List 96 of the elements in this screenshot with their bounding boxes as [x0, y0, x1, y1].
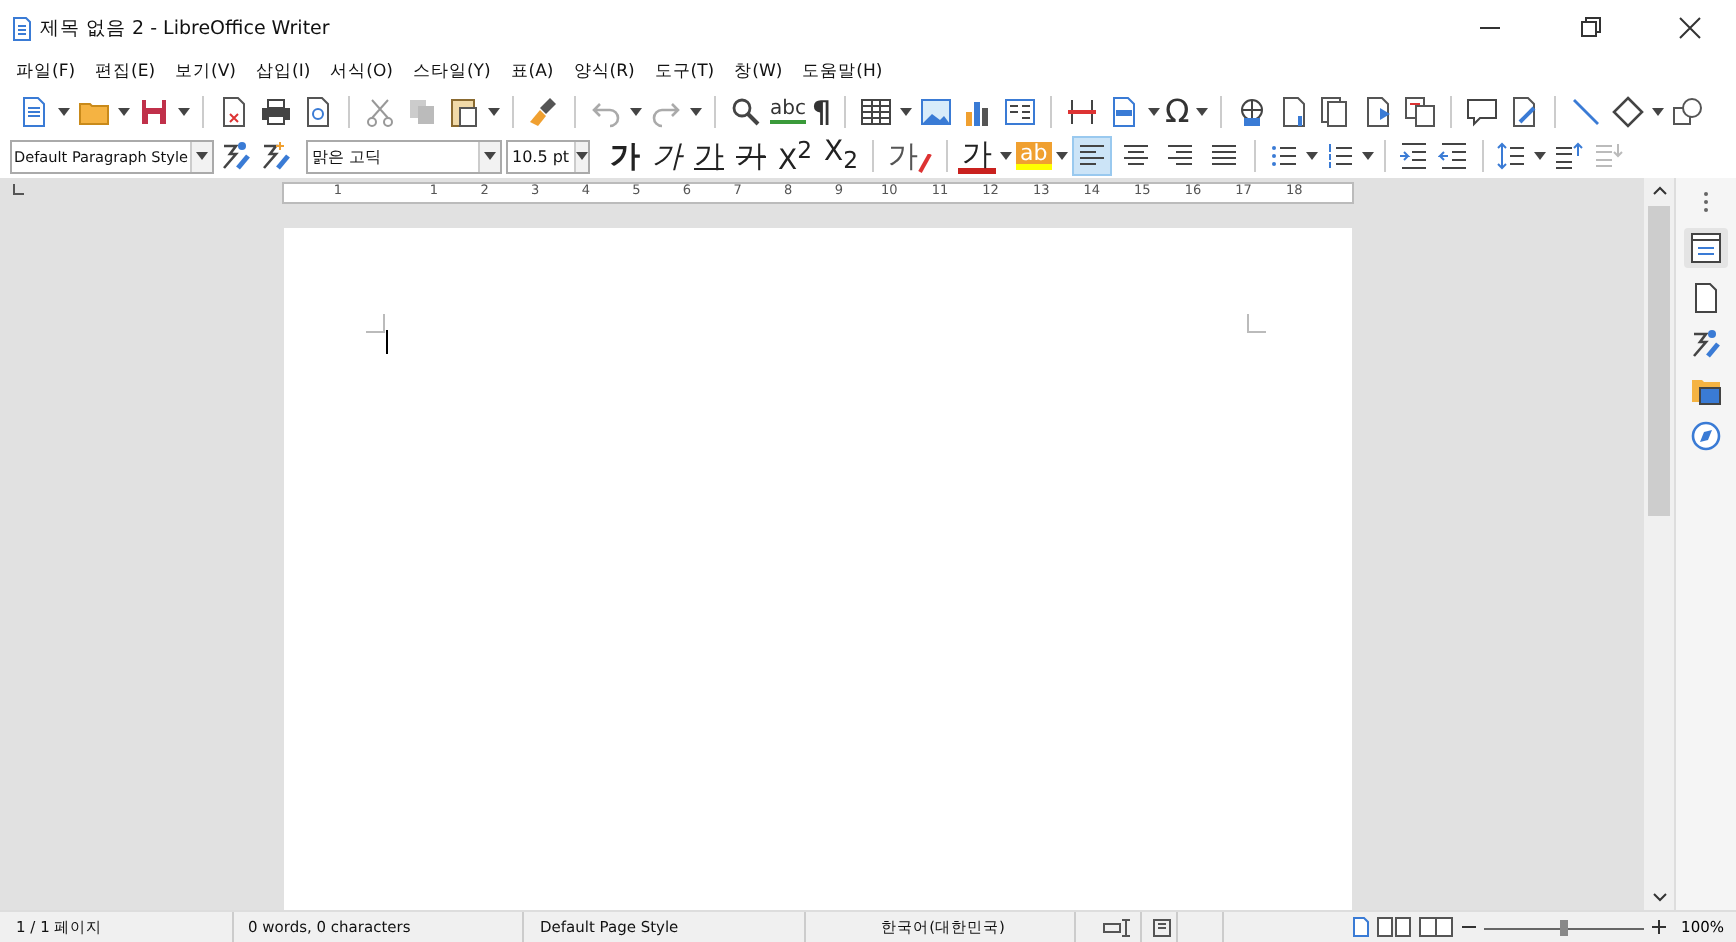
zoom-in-icon[interactable] [1649, 918, 1668, 936]
track-changes-icon[interactable] [1507, 95, 1540, 127]
italic-button[interactable]: 가 [648, 138, 686, 174]
caret-icon[interactable] [178, 107, 190, 115]
caret-icon[interactable] [1195, 107, 1208, 115]
numbered-list-icon[interactable] [1323, 140, 1356, 172]
superscript-button[interactable]: X$^{2}$ [774, 132, 817, 180]
printer-icon[interactable] [260, 95, 292, 127]
search-icon[interactable] [730, 95, 762, 127]
pdf-export-icon[interactable] [218, 95, 250, 127]
book-view-icon[interactable] [1417, 916, 1454, 938]
scissors-icon[interactable] [364, 95, 396, 127]
caret-icon[interactable] [1000, 152, 1013, 160]
menu-item[interactable]: 파일(F) [16, 60, 76, 84]
two-page-view-icon[interactable] [1375, 916, 1412, 938]
zoom-slider-thumb[interactable] [1559, 919, 1568, 935]
clipboard-icon[interactable] [448, 95, 480, 127]
caret-icon[interactable] [484, 152, 496, 160]
paragraph-style-icon[interactable] [220, 140, 252, 172]
menu-item[interactable]: 보기(V) [175, 60, 236, 84]
line-spacing-icon[interactable] [1495, 140, 1528, 172]
caret-icon[interactable] [1305, 152, 1318, 160]
bold-button[interactable]: 가 [606, 138, 644, 174]
font-name-dropdown[interactable]: 맑은 고딕 [306, 139, 502, 173]
font-size-dropdown[interactable]: 10.5 pt [506, 139, 590, 173]
menu-item[interactable]: 스타일(Y) [412, 60, 491, 84]
caret-icon[interactable] [1055, 152, 1068, 160]
bullet-list-icon[interactable] [1267, 140, 1300, 172]
menu-item[interactable]: 편집(E) [95, 60, 156, 84]
increase-indent-icon[interactable] [1397, 140, 1430, 172]
window-title: 제목 없음 2 - LibreOffice Writer [40, 15, 330, 41]
styles-icon[interactable] [1690, 328, 1722, 360]
menu-item[interactable]: 도구(T) [654, 60, 715, 84]
caret-icon[interactable] [488, 107, 500, 115]
document-modified-icon [1152, 917, 1172, 937]
menu-item[interactable]: 양식(R) [573, 60, 635, 84]
field-icon[interactable] [1107, 95, 1140, 127]
single-page-view-icon[interactable] [1349, 916, 1370, 938]
menu-item[interactable]: 표(A) [510, 60, 554, 84]
table-icon[interactable] [859, 95, 892, 127]
comment-icon[interactable] [1465, 95, 1498, 127]
pen-icon [918, 154, 933, 174]
subscript-button[interactable]: X$_{2}$ [820, 134, 863, 178]
margin-corner-icon [366, 314, 386, 334]
caret-icon[interactable] [118, 107, 130, 115]
menu-item[interactable]: 서식(O) [330, 60, 393, 84]
document-icon[interactable] [18, 95, 50, 127]
text-cursor [386, 330, 388, 354]
new-style-icon[interactable] [260, 140, 292, 172]
zoom-slider[interactable] [1483, 917, 1644, 937]
bookmark-icon[interactable] [1361, 95, 1394, 127]
diamond-icon[interactable] [1611, 95, 1644, 127]
insert-mode-icon [1102, 917, 1134, 937]
pages-icon[interactable] [1319, 95, 1352, 127]
caret-icon[interactable] [1533, 152, 1546, 160]
menu-item[interactable]: 삽입(I) [256, 60, 311, 84]
strikethrough-button[interactable]: 가 [732, 138, 770, 174]
caret-icon[interactable] [630, 107, 642, 115]
page-break-icon[interactable] [1065, 95, 1098, 127]
caret-icon[interactable] [1361, 152, 1374, 160]
formatting-marks-button[interactable]: ¶ [811, 95, 832, 127]
navigator-icon[interactable] [1690, 420, 1722, 452]
clear-formatting-button[interactable]: 가 [884, 138, 937, 174]
tab-stop-icon[interactable] [12, 184, 24, 196]
globe-link-icon[interactable] [1235, 95, 1268, 127]
more-options-icon[interactable] [1702, 190, 1710, 214]
brush-icon[interactable] [528, 95, 560, 127]
caret-icon[interactable] [899, 107, 912, 115]
increase-spacing-icon[interactable] [1551, 140, 1584, 172]
footnote-icon[interactable] [1277, 95, 1310, 127]
decrease-indent-icon[interactable] [1437, 140, 1470, 172]
document-icon [12, 15, 32, 41]
menu-item[interactable]: 도움말(H) [802, 60, 883, 84]
cross-reference-icon[interactable] [1403, 95, 1436, 127]
print-preview-icon[interactable] [302, 95, 334, 127]
text-box-icon[interactable] [1003, 95, 1036, 127]
scrollbar-thumb[interactable] [1648, 206, 1670, 516]
menu-item[interactable]: 창(W) [734, 60, 783, 84]
line-icon[interactable] [1569, 95, 1602, 127]
caret-icon[interactable] [196, 152, 208, 160]
gallery-icon[interactable] [1690, 374, 1722, 406]
special-character-button[interactable]: Ω [1165, 95, 1190, 127]
caret-icon[interactable] [575, 152, 588, 160]
underline-button[interactable]: 가 [690, 138, 728, 174]
align-left-button[interactable] [1071, 136, 1112, 176]
caret-icon[interactable] [58, 107, 70, 115]
margin-corner-icon [1246, 314, 1266, 334]
spellcheck-button[interactable]: abc [770, 99, 806, 123]
properties-icon[interactable] [1690, 232, 1722, 264]
image-icon[interactable] [919, 95, 952, 127]
caret-icon[interactable] [690, 107, 702, 115]
page-icon[interactable] [1690, 282, 1722, 314]
caret-icon[interactable] [1651, 107, 1664, 115]
shapes-icon[interactable] [1671, 95, 1704, 127]
caret-icon[interactable] [1147, 107, 1160, 115]
vertical-scrollbar[interactable] [1644, 178, 1674, 910]
